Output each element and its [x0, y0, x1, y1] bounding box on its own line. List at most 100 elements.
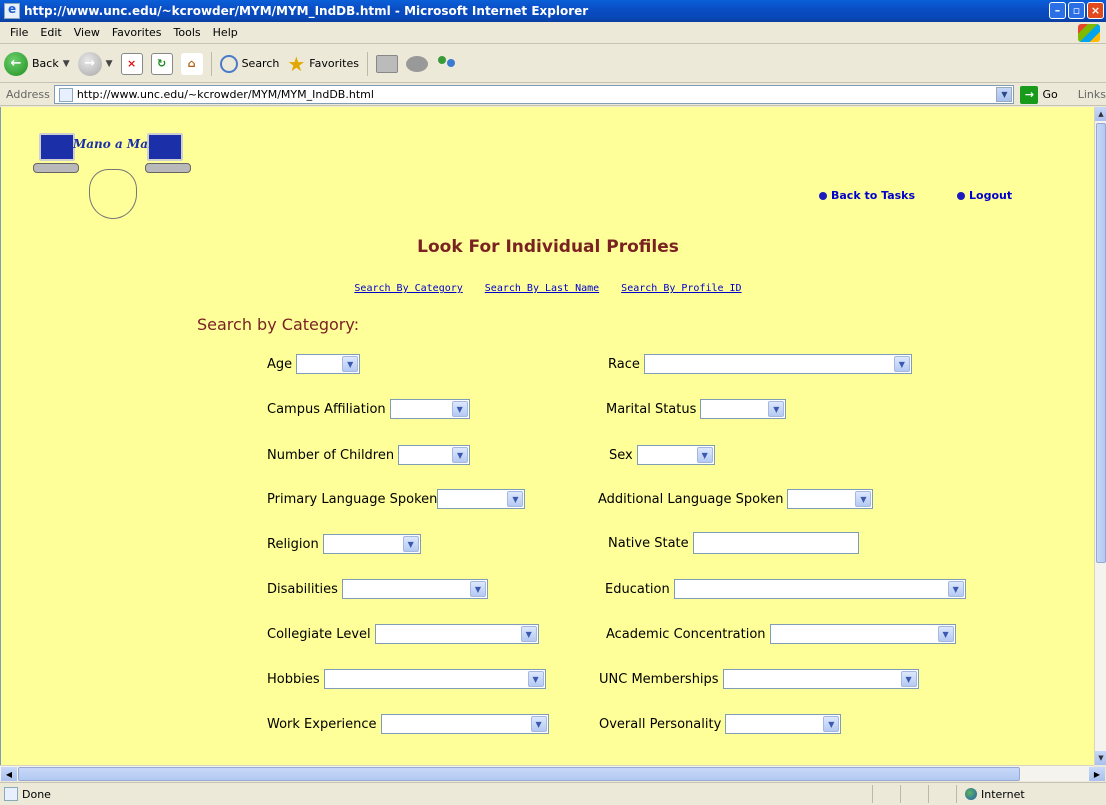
- chevron-down-icon[interactable]: ▼: [696, 447, 713, 463]
- discuss-button[interactable]: [402, 55, 432, 72]
- page-done-icon: [4, 787, 18, 801]
- collegiate-level-select[interactable]: ▼: [374, 624, 539, 644]
- age-select[interactable]: ▼: [296, 354, 361, 374]
- primary-language-select[interactable]: ▼: [437, 489, 526, 509]
- window-title-bar: http://www.unc.edu/~kcrowder/MYM/MYM_Ind…: [0, 0, 1106, 22]
- bullet-icon: [957, 191, 965, 200]
- chevron-down-icon[interactable]: ▼: [937, 626, 954, 642]
- work-experience-select[interactable]: ▼: [380, 714, 549, 734]
- chevron-down-icon[interactable]: ▼: [530, 716, 547, 732]
- academic-concentration-select[interactable]: ▼: [769, 624, 956, 644]
- chevron-down-icon[interactable]: ▼: [507, 491, 524, 507]
- chevron-down-icon[interactable]: ▼: [893, 356, 910, 372]
- hobbies-select[interactable]: ▼: [323, 669, 546, 689]
- print-button[interactable]: [372, 54, 402, 73]
- forward-button[interactable]: → ▼: [74, 51, 117, 76]
- ie-icon: [4, 2, 20, 19]
- search-by-category-link[interactable]: Search By Category: [354, 283, 462, 294]
- favorites-label: Favorites: [309, 57, 359, 70]
- globe-icon: [965, 788, 977, 800]
- scroll-left-icon[interactable]: ◀: [1, 767, 17, 781]
- menu-help[interactable]: Help: [207, 26, 244, 39]
- number-of-children-select[interactable]: ▼: [398, 445, 471, 465]
- race-field: Race ▼: [608, 354, 912, 374]
- go-button[interactable]: → Go: [1020, 85, 1058, 104]
- horizontal-scrollbar[interactable]: ◀ ▶: [0, 765, 1105, 781]
- chevron-down-icon[interactable]: ▼: [520, 626, 537, 642]
- chevron-down-icon[interactable]: ▼: [996, 87, 1013, 102]
- chat-bubble-icon: [406, 55, 428, 72]
- sex-select[interactable]: ▼: [636, 445, 715, 465]
- chevron-down-icon[interactable]: ▼: [342, 356, 359, 372]
- chevron-down-icon[interactable]: ▼: [469, 581, 486, 597]
- links-button[interactable]: Links: [1078, 88, 1106, 101]
- religion-select[interactable]: ▼: [322, 534, 421, 554]
- address-bar: Address http://www.unc.edu/~kcrowder/MYM…: [0, 84, 1106, 106]
- overall-personality-select[interactable]: ▼: [725, 714, 842, 734]
- chevron-down-icon[interactable]: ▼: [527, 671, 544, 687]
- work-experience-field: Work Experience ▼: [267, 714, 549, 734]
- refresh-button[interactable]: ↻: [147, 52, 177, 75]
- chevron-down-icon[interactable]: ▼: [855, 491, 872, 507]
- address-url[interactable]: http://www.unc.edu/~kcrowder/MYM/MYM_Ind…: [77, 88, 374, 101]
- menu-file[interactable]: File: [4, 26, 34, 39]
- menu-edit[interactable]: Edit: [34, 26, 67, 39]
- toolbar-separator: [210, 51, 212, 76]
- search-by-last-name-link[interactable]: Search By Last Name: [485, 283, 599, 294]
- back-arrow-icon: ←: [4, 51, 28, 76]
- home-button[interactable]: ⌂: [177, 52, 207, 75]
- chevron-down-icon[interactable]: ▼: [900, 671, 917, 687]
- logout-link[interactable]: Logout: [957, 189, 1012, 202]
- chevron-down-icon[interactable]: ▼: [768, 401, 785, 417]
- back-button[interactable]: ← Back ▼: [0, 51, 74, 76]
- back-to-tasks-link[interactable]: Back to Tasks: [819, 189, 915, 202]
- collegiate-level-field: Collegiate Level ▼: [267, 624, 539, 644]
- race-select[interactable]: ▼: [643, 354, 912, 374]
- favorites-button[interactable]: ★ Favorites: [283, 54, 363, 74]
- stop-button[interactable]: ×: [117, 52, 147, 75]
- race-label: Race: [608, 356, 640, 372]
- vertical-scrollbar[interactable]: ▲ ▼: [1094, 107, 1106, 765]
- chevron-down-icon[interactable]: ▼: [63, 59, 70, 69]
- search-button[interactable]: Search: [216, 54, 284, 73]
- education-select[interactable]: ▼: [673, 579, 966, 599]
- back-label: Back: [32, 57, 59, 70]
- scroll-up-icon[interactable]: ▲: [1095, 107, 1106, 121]
- campus-affiliation-select[interactable]: ▼: [389, 399, 470, 419]
- marital-status-select[interactable]: ▼: [700, 399, 787, 419]
- vertical-scroll-thumb[interactable]: [1096, 123, 1106, 563]
- chevron-down-icon[interactable]: ▼: [452, 447, 469, 463]
- overall-personality-label: Overall Personality: [599, 716, 722, 732]
- unc-memberships-select[interactable]: ▼: [722, 669, 919, 689]
- overall-personality-field: Overall Personality ▼: [599, 714, 842, 734]
- address-input[interactable]: http://www.unc.edu/~kcrowder/MYM/MYM_Ind…: [53, 85, 1015, 104]
- security-zone: Internet: [956, 785, 1106, 803]
- logo-text: Mano a Mano: [73, 137, 165, 151]
- menu-tools[interactable]: Tools: [168, 26, 207, 39]
- maximize-button[interactable]: ▫: [1068, 2, 1085, 19]
- disabilities-select[interactable]: ▼: [341, 579, 488, 599]
- refresh-icon: ↻: [150, 52, 173, 75]
- primary-language-label: Primary Language Spoken: [267, 491, 438, 507]
- search-by-profile-id-link[interactable]: Search By Profile ID: [621, 283, 741, 294]
- native-state-input[interactable]: [692, 532, 859, 554]
- additional-language-select[interactable]: ▼: [787, 489, 874, 509]
- chevron-down-icon[interactable]: ▼: [947, 581, 964, 597]
- minimize-button[interactable]: –: [1049, 2, 1066, 19]
- menu-favorites[interactable]: Favorites: [106, 26, 168, 39]
- mano-a-mano-logo: Mano a Mano: [33, 129, 193, 237]
- close-button[interactable]: ×: [1087, 2, 1104, 19]
- chevron-down-icon[interactable]: ▼: [106, 59, 113, 69]
- chevron-down-icon[interactable]: ▼: [451, 401, 468, 417]
- chevron-down-icon[interactable]: ▼: [823, 716, 840, 732]
- messenger-button[interactable]: [432, 54, 462, 74]
- scroll-down-icon[interactable]: ▼: [1095, 751, 1106, 765]
- horizontal-scroll-thumb[interactable]: [18, 767, 1020, 781]
- status-panels: Internet: [872, 785, 1106, 803]
- status-panel: [872, 785, 900, 803]
- campus-affiliation-field: Campus Affiliation ▼: [267, 399, 470, 419]
- chevron-down-icon[interactable]: ▼: [402, 536, 419, 552]
- scroll-right-icon[interactable]: ▶: [1089, 767, 1105, 781]
- menu-view[interactable]: View: [68, 26, 106, 39]
- additional-language-label: Additional Language Spoken: [598, 491, 784, 507]
